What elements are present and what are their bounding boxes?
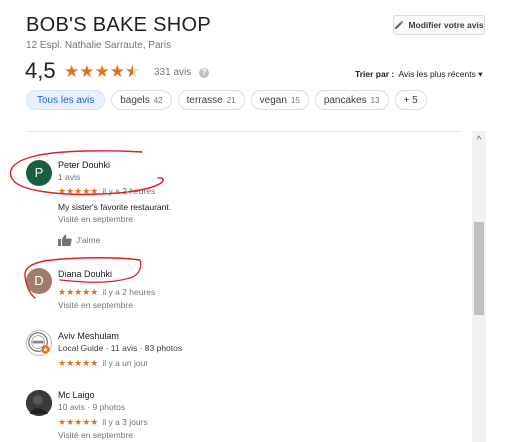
sort-value: Avis les plus récents [398,69,476,79]
chip-label: vegan [259,94,287,106]
chip-bagels[interactable]: bagels 42 [111,90,172,110]
edit-review-label: Modifier votre avis [408,20,484,30]
like-button[interactable]: J'aime [58,234,100,246]
review-visit: Visité en septembre [58,214,133,224]
review-star-glyphs: ★★★★★ [58,186,99,196]
business-address: 12 Espl. Nathalie Sarraute, Paris [26,40,172,51]
review-text: My sister's favorite restaurant. [58,202,172,212]
chip-pancakes[interactable]: pancakes 13 [314,90,389,110]
avatar[interactable]: D [26,268,52,294]
reviewer-meta: 1 avis [58,172,81,182]
reviewer-meta: Local Guide · 11 avis · 83 photos [58,343,183,353]
avatar[interactable] [26,330,52,356]
full-stars: ★★★★ [64,62,125,81]
chip-label: terrasse [186,94,223,106]
review-stars: ★★★★★ il y a 2 heures [58,186,155,197]
reviewer-name[interactable]: Aviv Meshulam [58,331,119,341]
chip-label: bagels [120,94,150,106]
half-star-icon: ★ [125,62,140,82]
avatar[interactable] [26,390,52,416]
chevron-down-icon: ▾ [478,69,483,79]
reviewer-name[interactable]: Peter Douhki [58,160,110,170]
review-star-glyphs: ★★★★★ [58,287,99,297]
chip-label: Tous les avis [37,94,95,106]
chip-label: + 5 [403,94,418,106]
sort-dropdown[interactable]: Trier par : Avis les plus récents ▾ [355,69,482,80]
review-star-glyphs: ★★★★★ [58,417,99,427]
scrollbar-thumb[interactable] [474,222,484,315]
review-count: 331 avis [154,67,192,78]
review-stars: ★★★★★ il y a un jour [58,358,148,369]
scroll-up-icon[interactable]: ^ [472,131,486,151]
chip-count: 13 [370,95,380,105]
pencil-icon [395,20,404,29]
chip-all-reviews[interactable]: Tous les avis [26,90,106,110]
reviewer-name[interactable]: Mc Laigo [58,390,95,400]
chip-count: 15 [290,95,300,105]
avatar[interactable]: P [26,160,52,186]
average-rating: 4,5 [25,58,56,83]
divider [26,131,462,132]
reviewer-name[interactable]: Diana Douhki [58,269,112,279]
sort-label: Trier par : [355,69,395,79]
edit-review-button[interactable]: Modifier votre avis [393,15,485,35]
like-label: J'aime [76,235,101,245]
chip-count: 21 [226,95,236,105]
chip-count: 42 [153,95,163,105]
chip-more[interactable]: + 5 [394,90,427,110]
review-visit: Visité en septembre [58,300,133,310]
help-icon[interactable]: ? [199,68,209,78]
chip-vegan[interactable]: vegan 15 [250,90,309,110]
review-stars: ★★★★★ il y a 2 heures [58,287,155,298]
avatar-photo-icon [26,390,52,416]
review-visit: Visité en septembre [58,430,133,440]
business-name: BOB'S BAKE SHOP [26,14,212,36]
review-time: il y a 3 jours [102,417,148,427]
chip-terrasse[interactable]: terrasse 21 [177,90,245,110]
chip-label: pancakes [323,94,367,106]
reviewer-meta: 10 avis · 9 photos [58,402,126,412]
rating-stars: ★★★★★ [64,62,140,82]
review-time: il y a un jour [102,358,149,368]
review-stars: ★★★★★ il y a 3 jours [58,417,148,428]
thumbs-up-icon [58,234,72,246]
review-star-glyphs: ★★★★★ [58,358,99,368]
topic-chips: Tous les avis bagels 42 terrasse 21 vegan 1… [26,90,427,110]
review-time: il y a 2 heures [102,186,156,196]
review-time: il y a 2 heures [102,287,156,297]
avatar-badge-icon [28,332,50,354]
